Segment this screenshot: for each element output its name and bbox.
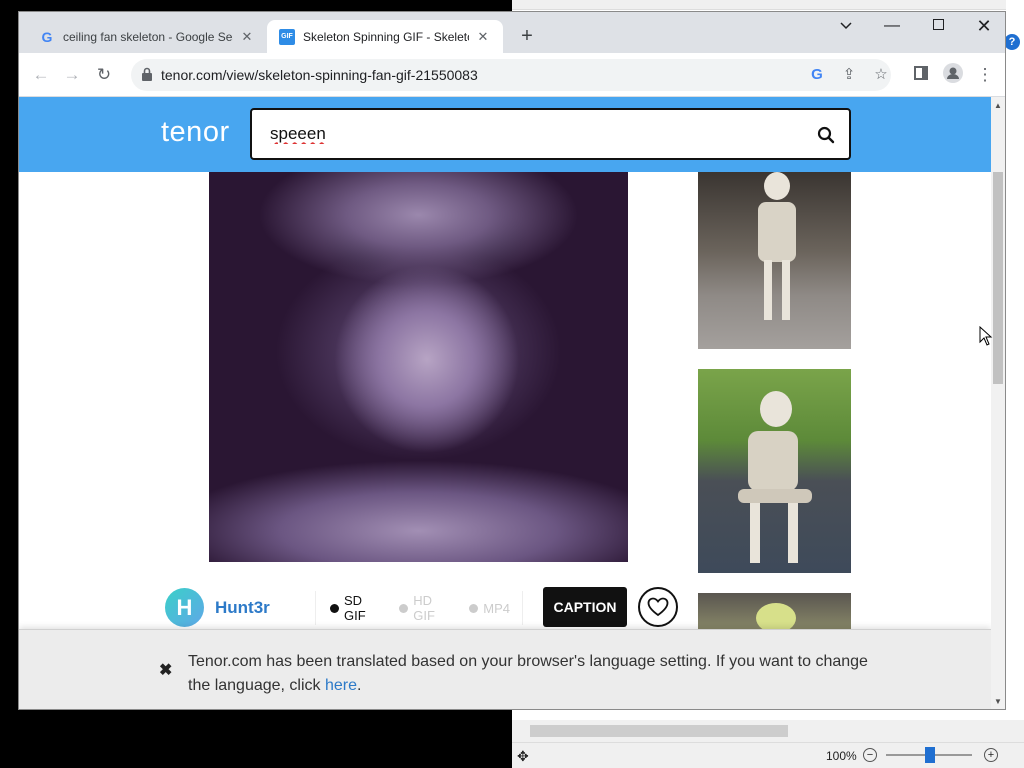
bookmark-star-icon[interactable]: ☆: [869, 63, 893, 87]
page-viewport: tenor speeen H Hunt3r SD GIF HD GIF MP4 …: [19, 97, 991, 709]
background-window-titlebar: [512, 0, 1024, 10]
format-option-mp4[interactable]: MP4: [469, 601, 510, 616]
side-panel-icon[interactable]: [909, 63, 933, 87]
format-label: HD GIF: [413, 593, 435, 623]
move-icon[interactable]: ✥: [517, 748, 529, 765]
format-option-hd-gif[interactable]: HD GIF: [399, 593, 457, 623]
status-bar: ✥ 100% − +: [512, 742, 1024, 768]
tab-search-chevron-icon[interactable]: [823, 12, 869, 42]
caption-button[interactable]: CAPTION: [543, 587, 627, 627]
address-bar[interactable]: tenor.com/view/skeleton-spinning-fan-gif…: [131, 59, 891, 91]
zoom-level: 100%: [826, 749, 857, 763]
zoom-slider-thumb[interactable]: [925, 747, 935, 763]
url-text[interactable]: tenor.com/view/skeleton-spinning-fan-gif…: [161, 67, 478, 83]
new-tab-button[interactable]: +: [515, 25, 539, 49]
close-tab-icon[interactable]: ✕: [475, 29, 491, 45]
format-option-sd-gif[interactable]: SD GIF: [330, 593, 387, 623]
tenor-gif-icon: GIF: [279, 28, 295, 45]
format-label: MP4: [483, 600, 510, 616]
forward-arrow-icon[interactable]: →: [60, 63, 84, 87]
tab-strip: G ceiling fan skeleton - Google Sea ✕ GI…: [19, 12, 1005, 53]
zoom-out-button[interactable]: −: [863, 748, 877, 762]
horizontal-scrollbar-thumb[interactable]: [530, 725, 788, 737]
search-icon[interactable]: [817, 126, 835, 144]
vertical-scrollbar-thumb[interactable]: [993, 172, 1003, 384]
mouse-pointer-icon: [979, 326, 993, 346]
scroll-down-arrow-icon[interactable]: ▼: [991, 695, 1005, 709]
close-tab-icon[interactable]: ✕: [239, 29, 255, 45]
related-gif-partial[interactable]: [698, 593, 851, 633]
change-language-link[interactable]: here: [325, 677, 357, 694]
heart-icon: [647, 597, 669, 617]
related-gif-skeleton-waiting[interactable]: [698, 369, 851, 573]
maximize-button[interactable]: [915, 12, 961, 42]
tab-tenor[interactable]: GIF Skeleton Spinning GIF - Skeleton ✕: [267, 20, 503, 53]
author-name-link[interactable]: Hunt3r: [215, 598, 270, 618]
tab-title: ceiling fan skeleton - Google Sea: [63, 29, 233, 44]
reload-icon[interactable]: ↻: [92, 63, 116, 87]
search-box[interactable]: [250, 108, 851, 160]
back-arrow-icon[interactable]: ←: [29, 63, 53, 87]
related-gif-skeleton-standing[interactable]: [698, 172, 851, 349]
tab-title: Skeleton Spinning GIF - Skeleton: [303, 29, 469, 44]
tab-google-search[interactable]: G ceiling fan skeleton - Google Sea ✕: [27, 20, 267, 53]
google-translate-icon[interactable]: G: [805, 63, 829, 87]
vertical-scrollbar[interactable]: ▲ ▼: [991, 97, 1005, 709]
google-icon: G: [41, 28, 53, 45]
search-input[interactable]: [270, 122, 790, 146]
main-gif-skeleton[interactable]: [209, 172, 628, 562]
desktop: ? ✥ 100% − + G ceiling fan skeleton - Go…: [0, 0, 1024, 768]
share-icon[interactable]: ⇪: [837, 63, 861, 87]
profile-avatar-icon[interactable]: [941, 63, 965, 87]
favorite-heart-button[interactable]: [638, 587, 678, 627]
close-window-button[interactable]: ✕: [961, 12, 1005, 42]
format-label: SD GIF: [343, 593, 366, 623]
close-notice-icon[interactable]: ✖: [159, 660, 172, 680]
scroll-up-arrow-icon[interactable]: ▲: [991, 99, 1005, 113]
format-selector: SD GIF HD GIF MP4: [315, 591, 523, 625]
gif-actions-row: H Hunt3r SD GIF HD GIF MP4 CAPTION: [165, 587, 685, 631]
browser-toolbar: ← → ↻ tenor.com/view/skeleton-spinning-f…: [19, 53, 1005, 97]
tenor-logo[interactable]: tenor: [161, 116, 230, 149]
avatar[interactable]: H: [165, 588, 204, 627]
horizontal-scrollbar[interactable]: [512, 720, 1024, 742]
help-icon[interactable]: ?: [1004, 34, 1020, 50]
translation-notice-banner: ✖ Tenor.com has been translated based on…: [19, 629, 991, 709]
menu-kebab-icon[interactable]: ⋮: [973, 63, 997, 87]
notice-text: Tenor.com has been translated based on y…: [188, 653, 868, 694]
minimize-button[interactable]: —: [869, 12, 915, 42]
browser-window: G ceiling fan skeleton - Google Sea ✕ GI…: [18, 11, 1006, 710]
tenor-header: tenor: [19, 97, 991, 172]
zoom-in-button[interactable]: +: [984, 748, 998, 762]
lock-icon: [142, 67, 152, 81]
